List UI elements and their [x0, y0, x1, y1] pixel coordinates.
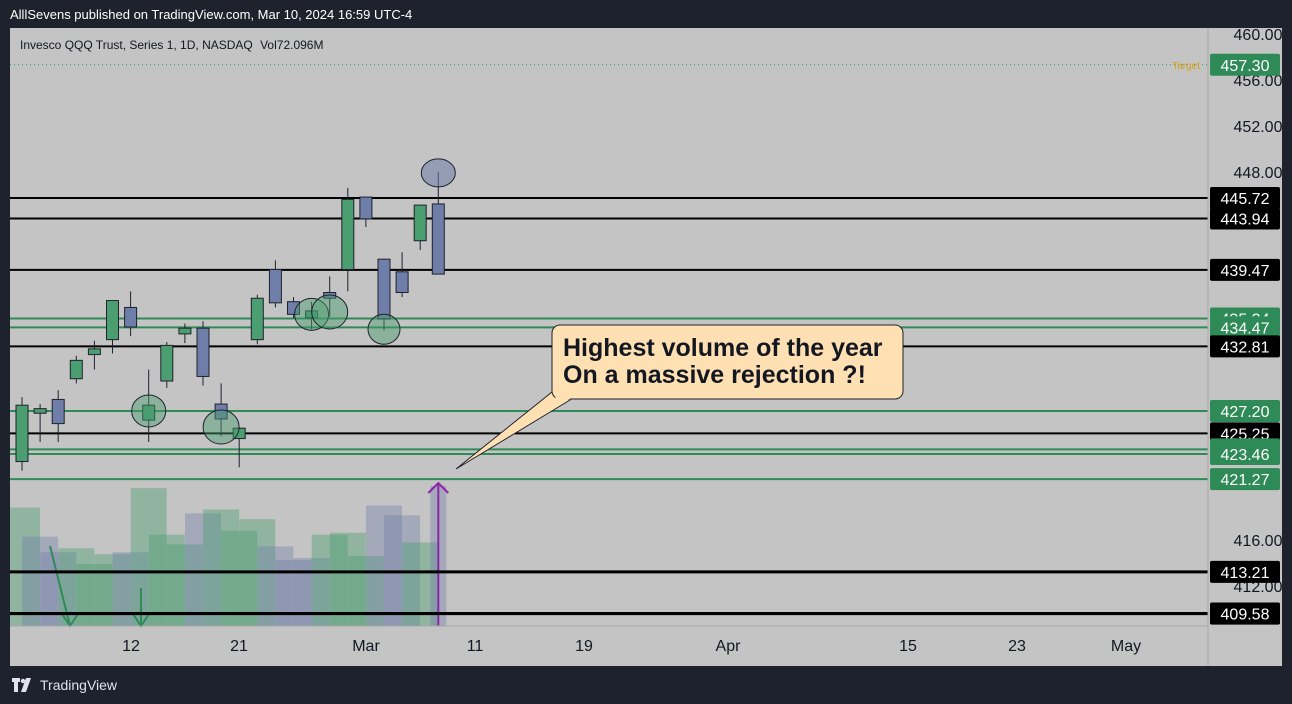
price-level-badge-label: 427.20	[1221, 404, 1270, 421]
tradingview-brand: TradingView	[40, 677, 118, 693]
symbol-legend: Invesco QQQ Trust, Series 1, 1D, NASDAQ …	[20, 38, 327, 52]
candle-body	[196, 327, 210, 377]
time-tick-label: Apr	[716, 638, 742, 655]
tradingview-logo-icon	[12, 678, 31, 692]
highlight-circle	[420, 158, 456, 188]
price-tick-label: 416.00	[1234, 533, 1282, 550]
candle-body	[359, 196, 373, 220]
price-axis: 460.00456.00452.00448.00416.00412.00457.…	[1207, 28, 1282, 666]
volume-readout: Vol72.096M	[260, 38, 324, 52]
time-tick-label: 11	[467, 638, 484, 655]
highlight-circle	[202, 409, 240, 445]
annotation-line1: Highest volume of the year	[563, 334, 883, 362]
price-tick-label: 452.00	[1234, 119, 1282, 136]
price-tick-label: 460.00	[1234, 28, 1282, 44]
time-tick-label: 12	[122, 638, 140, 655]
symbol-title: Invesco QQQ Trust, Series 1, 1D, NASDAQ	[20, 38, 253, 52]
annotation-line2: On a massive rejection ?!	[563, 361, 866, 389]
price-level-badge-label: 409.58	[1221, 607, 1270, 624]
candle-body	[395, 271, 409, 294]
price-tick-label: 448.00	[1234, 165, 1282, 182]
candle-body	[106, 300, 119, 341]
price-level-badge-label: 413.21	[1221, 565, 1270, 582]
time-axis: 12 21 Mar 11 19 Apr 15 23 May	[10, 625, 1208, 655]
callout-pointer	[455, 391, 572, 470]
time-tick-label: Mar	[352, 638, 380, 655]
candle-body	[413, 204, 427, 242]
tradingview-logo[interactable]: TradingView	[12, 677, 117, 693]
highlight-circle	[131, 394, 167, 428]
candle-body	[51, 398, 65, 425]
candle-body	[268, 269, 282, 304]
candle-body	[341, 198, 355, 271]
candle-body	[124, 306, 138, 328]
candle-body	[87, 348, 101, 356]
price-level-badge-label: 443.94	[1221, 211, 1270, 228]
time-tick-label: 15	[899, 638, 917, 655]
candle-body	[377, 258, 391, 320]
price-level-badge-label: 434.47	[1221, 320, 1270, 337]
candle-body	[33, 408, 47, 414]
candle-body	[160, 344, 174, 382]
price-level-badge-label: 432.81	[1221, 339, 1270, 356]
time-tick-label: 21	[230, 638, 248, 655]
time-tick-label: 23	[1008, 638, 1026, 655]
price-level-badge-label: 423.46	[1221, 447, 1270, 464]
time-tick-label: May	[1111, 638, 1141, 655]
candle-body	[178, 327, 192, 335]
candle-body	[69, 359, 83, 380]
time-tick-label: 19	[575, 638, 593, 655]
volume-pane	[10, 481, 450, 628]
publish-header: AlllSevens published on TradingView.com,…	[10, 7, 413, 22]
candle-body	[250, 297, 264, 341]
candle-body	[431, 203, 445, 275]
target-tag: Target	[1172, 61, 1200, 72]
highlight-circle	[311, 294, 349, 330]
price-chart[interactable]: Target460.00456.00452.00448.00416.00412.…	[10, 28, 1282, 666]
price-level-badge-label: 439.47	[1221, 263, 1270, 280]
price-level-badge-label: 421.27	[1221, 472, 1270, 489]
highlight-circle	[367, 313, 401, 345]
price-level-badge-label: 445.72	[1221, 191, 1270, 208]
price-level-badge-label: 457.30	[1221, 58, 1270, 75]
candle-body	[15, 404, 29, 463]
